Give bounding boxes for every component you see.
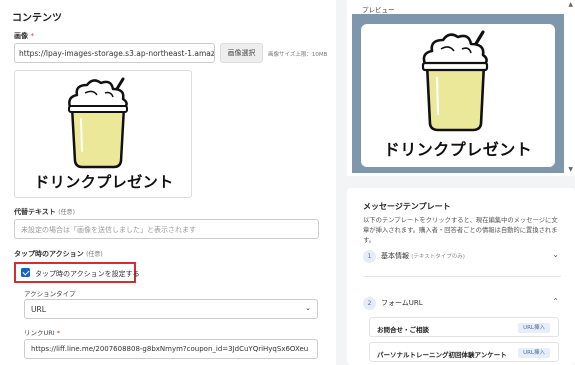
template-section-basic[interactable]: 1 基本情報 (テキストタイプのみ) ⌄ xyxy=(363,246,561,268)
section-title: フォームURL xyxy=(381,299,423,307)
section-number: 2 xyxy=(363,297,376,310)
content-panel: コンテンツ 画像 * https://lpay-images-storage.s… xyxy=(0,0,336,365)
template-item-name: パーソナルトレーニング初回体験アンケート xyxy=(377,351,507,359)
image-url-input[interactable]: https://lpay-images-storage.s3.ap-northe… xyxy=(14,43,215,63)
template-section-form-url[interactable]: 2 フォームURL ⌃ xyxy=(363,293,561,315)
action-type-select[interactable]: URL ⌄ xyxy=(24,299,318,319)
preview-label: プレビュー xyxy=(362,6,395,14)
image-size-note: 画像サイズ上限：10MB xyxy=(268,52,328,58)
side-panel: プレビュー ドリンクプレゼント ▲ ▼ メッセージテンプレート 以下のテンプレー… xyxy=(347,0,575,365)
section-title: コンテンツ xyxy=(12,13,62,24)
url-insert-badge[interactable]: URL挿入 xyxy=(518,348,550,358)
chevron-down-icon: ⌄ xyxy=(552,250,559,259)
image-thumbnail: ドリンクプレゼント xyxy=(14,70,192,198)
action-type-label: アクションタイプ xyxy=(24,290,76,298)
preview-caption: ドリンクプレゼント xyxy=(383,140,533,159)
template-item-name: お問合せ・ご相談 xyxy=(377,326,429,334)
link-uri-input[interactable]: https://liff.line.me/2007608808-g8bxNmym… xyxy=(24,339,318,359)
alt-text-label: 代替テキスト (任意) xyxy=(14,208,75,216)
template-title: メッセージテンプレート xyxy=(363,202,451,211)
scroll-down-icon[interactable]: ▼ xyxy=(568,166,573,173)
url-insert-badge[interactable]: URL挿入 xyxy=(518,323,550,333)
section-number: 1 xyxy=(363,250,376,263)
image-select-button[interactable]: 画像選択 xyxy=(220,43,263,63)
tap-action-label: タップ時のアクション (任意) xyxy=(14,250,103,258)
message-template-card: メッセージテンプレート 以下のテンプレートをクリックすると、現在編集中のメッセー… xyxy=(347,188,575,365)
preview-frame: ドリンクプレゼント xyxy=(352,14,564,173)
template-description: 以下のテンプレートをクリックすると、現在編集中のメッセージに文章が挿入されます。… xyxy=(363,217,558,244)
thumbnail-caption: ドリンクプレゼント xyxy=(34,173,174,191)
template-item[interactable]: お問合せ・ご相談 URL挿入 xyxy=(369,317,559,337)
chevron-down-icon: ⌄ xyxy=(305,304,311,312)
template-item[interactable]: パーソナルトレーニング初回体験アンケート URL挿入 xyxy=(369,342,559,362)
link-uri-label: リンクURI * xyxy=(24,329,61,337)
section-title: 基本情報 (テキストタイプのみ) xyxy=(381,252,465,260)
scroll-up-icon[interactable]: ▲ xyxy=(568,1,573,8)
alt-text-input[interactable]: 未設定の場合は「画像を送信しました」と表示されます xyxy=(14,219,319,239)
tap-action-checkbox-label[interactable]: タップ時のアクションを設定する xyxy=(35,269,140,279)
tap-action-checkbox[interactable] xyxy=(21,268,30,277)
preview-image: ドリンクプレゼント xyxy=(361,24,555,167)
image-label: 画像 * xyxy=(14,32,34,40)
chevron-up-icon: ⌃ xyxy=(552,297,559,306)
preview-card: プレビュー ドリンクプレゼント ▲ ▼ xyxy=(347,0,575,176)
action-type-value: URL xyxy=(31,305,46,314)
divider xyxy=(363,276,561,277)
